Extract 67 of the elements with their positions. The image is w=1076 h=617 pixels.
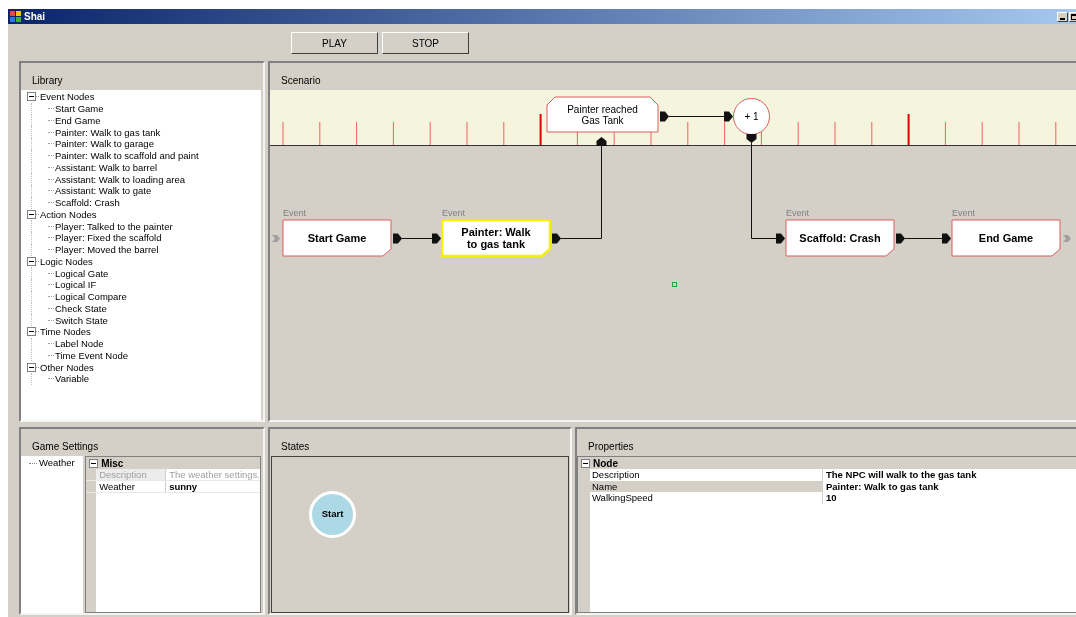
connector-line bbox=[401, 238, 433, 239]
tree-item[interactable]: Logical Gate bbox=[55, 267, 109, 279]
state-node[interactable]: Start bbox=[309, 491, 356, 538]
window-title: Shai bbox=[24, 10, 46, 24]
panel-title: Properties bbox=[588, 441, 634, 452]
event-node[interactable]: End Game bbox=[951, 219, 1061, 257]
event-node[interactable]: Painter: Walk to gas tank bbox=[441, 219, 551, 257]
property-name: Description bbox=[96, 469, 167, 480]
toolbar-button[interactable]: STOP bbox=[382, 32, 469, 54]
tree-item[interactable]: Assistant: Walk to barrel bbox=[55, 161, 158, 173]
panel-title: Library bbox=[32, 75, 63, 86]
app-icon bbox=[10, 11, 21, 22]
trigger-node[interactable]: Painter reached Gas Tank bbox=[546, 96, 659, 133]
property-name: Weather bbox=[96, 481, 167, 492]
tree-item[interactable]: Scaffold: Crash bbox=[55, 197, 120, 209]
tree-item[interactable]: Painter: Walk to scaffold and paint bbox=[55, 150, 199, 162]
collapse-icon[interactable] bbox=[27, 327, 36, 337]
event-node[interactable]: Start Game bbox=[282, 219, 392, 257]
collapse-icon[interactable] bbox=[89, 458, 99, 468]
node-caption: Event bbox=[282, 208, 306, 219]
collapse-icon[interactable] bbox=[27, 209, 36, 219]
tree-item[interactable]: Painter: Walk to gas tank bbox=[55, 126, 161, 138]
tree-item[interactable]: Time Event Node bbox=[55, 349, 129, 361]
output-arrow-icon bbox=[1063, 235, 1071, 242]
minimize-button[interactable] bbox=[1057, 11, 1068, 22]
event-node[interactable]: Scaffold: Crash bbox=[785, 219, 895, 257]
tree-item[interactable]: Player: Talked to the painter bbox=[55, 220, 173, 232]
tree-item[interactable]: Assistant: Walk to gate bbox=[55, 185, 152, 197]
tree-item[interactable]: Start Game bbox=[55, 103, 104, 115]
tree-item[interactable]: Check State bbox=[55, 302, 107, 314]
tree-item[interactable]: Event Nodes bbox=[40, 91, 95, 103]
maximize-button[interactable] bbox=[1069, 11, 1076, 22]
property-value[interactable]: sunny bbox=[166, 481, 260, 492]
tree-item[interactable]: Logical IF bbox=[55, 279, 97, 291]
node-caption: Event bbox=[951, 208, 975, 219]
input-arrow-icon bbox=[272, 235, 280, 242]
property-value[interactable]: 10 bbox=[822, 492, 1076, 504]
tree-item[interactable]: Assistant: Walk to loading area bbox=[55, 173, 186, 185]
tree-item[interactable]: Label Node bbox=[55, 338, 104, 350]
connector-line bbox=[904, 238, 943, 239]
tree-item[interactable]: Painter: Walk to garage bbox=[55, 138, 154, 150]
node-caption: Event bbox=[441, 208, 465, 219]
collapse-icon[interactable] bbox=[27, 92, 36, 102]
connector-line bbox=[668, 116, 725, 117]
tree-item[interactable]: End Game bbox=[55, 114, 101, 126]
tree-item[interactable]: Logic Nodes bbox=[40, 255, 93, 267]
collapse-icon[interactable] bbox=[27, 256, 36, 266]
property-value[interactable]: The NPC will walk to the gas tank bbox=[822, 469, 1076, 481]
panel-title: States bbox=[281, 441, 310, 452]
tree-item[interactable]: Weather bbox=[39, 455, 75, 471]
tree-item[interactable]: Other Nodes bbox=[40, 361, 94, 373]
panel-title: Game Settings bbox=[32, 441, 99, 452]
toolbar-button[interactable]: PLAY bbox=[291, 32, 378, 54]
tree-item[interactable]: Time Nodes bbox=[40, 326, 91, 338]
panel-title: Scenario bbox=[281, 75, 321, 86]
tree-item[interactable]: Player: Fixed the scaffold bbox=[55, 232, 162, 244]
category-label: Node bbox=[593, 456, 618, 471]
category-label: Misc bbox=[101, 456, 124, 471]
collapse-icon[interactable] bbox=[581, 458, 590, 468]
tree-item[interactable]: Action Nodes bbox=[40, 208, 97, 220]
tree-item[interactable]: Player: Moved the barrel bbox=[55, 244, 159, 256]
tree-item[interactable]: Switch State bbox=[55, 314, 108, 326]
property-value[interactable]: Painter: Walk to gas tank bbox=[822, 480, 1076, 492]
collapse-icon[interactable] bbox=[27, 362, 36, 372]
node-caption: Event bbox=[785, 208, 809, 219]
tree-item[interactable]: Variable bbox=[55, 373, 90, 385]
tree-item[interactable]: Logical Compare bbox=[55, 291, 127, 303]
